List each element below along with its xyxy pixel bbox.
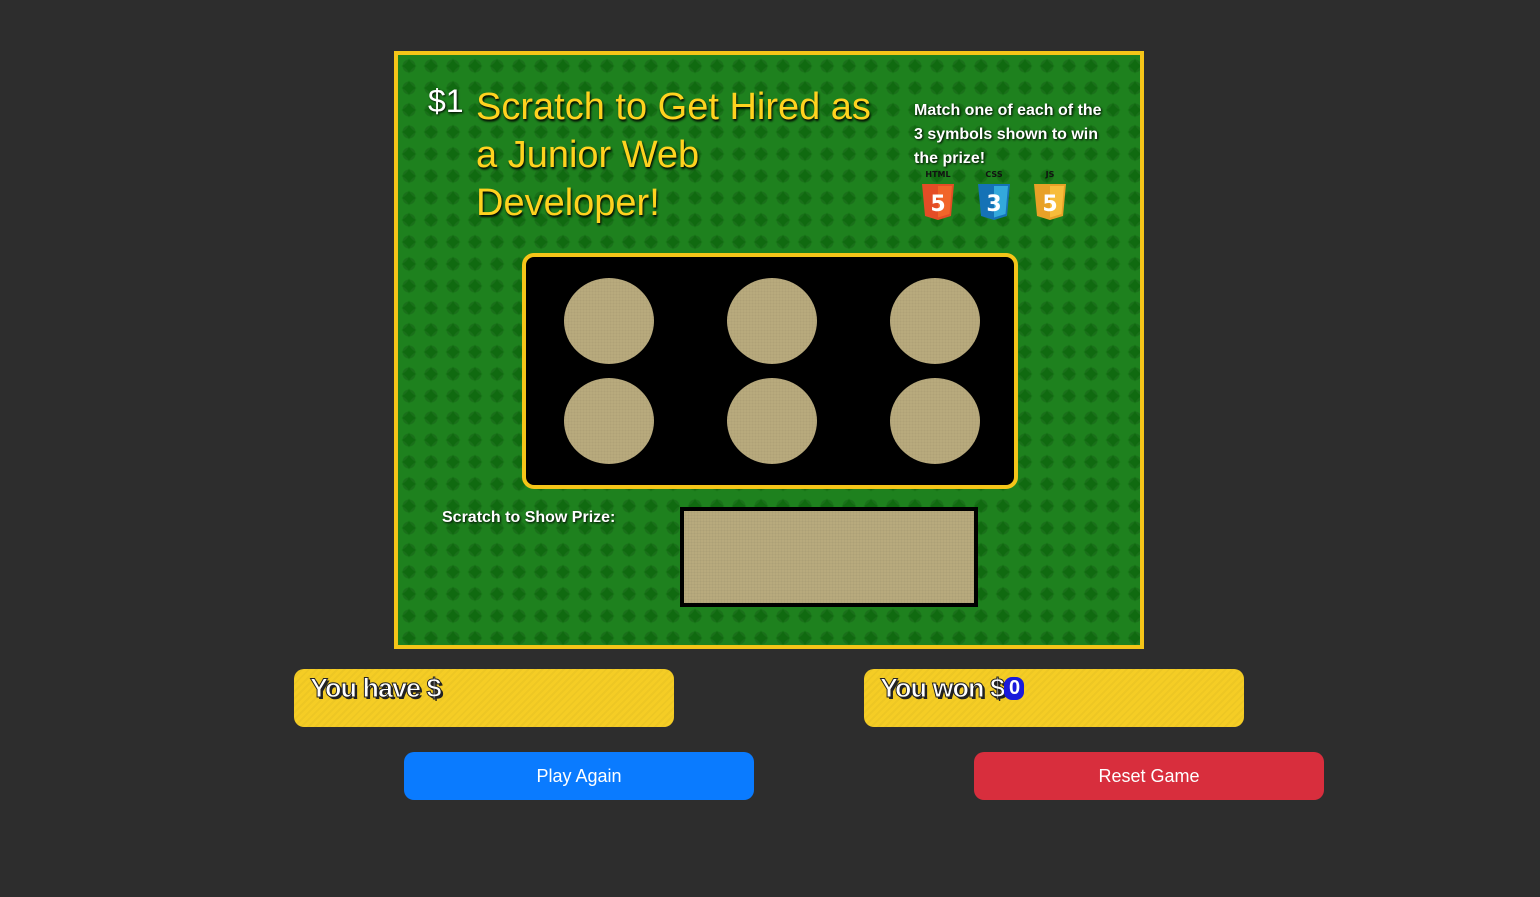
scratch-spot-5[interactable]: [727, 378, 817, 464]
css3-shield-icon: CSS 3: [976, 170, 1012, 221]
ticket-price: $1: [428, 83, 464, 119]
prize-scratch-area[interactable]: [680, 507, 978, 607]
reset-game-button[interactable]: Reset Game: [974, 752, 1324, 800]
symbol-label: CSS: [985, 170, 1003, 179]
play-again-button[interactable]: Play Again: [404, 752, 754, 800]
winnings-label: You won $: [880, 673, 1006, 704]
scratch-spot-2[interactable]: [727, 278, 817, 364]
html5-shield-icon: HTML 5: [920, 170, 956, 221]
winnings-panel: You won $0: [864, 669, 1244, 727]
symbol-glyph: 5: [930, 192, 945, 217]
symbol-glyph: 3: [986, 192, 1001, 217]
symbol-glyph: 5: [1042, 192, 1057, 217]
ticket-title: Scratch to Get Hired as a Junior Web Dev…: [476, 86, 871, 224]
page: $1 Scratch to Get Hired as a Junior Web …: [0, 0, 1540, 897]
symbol-label: HTML: [925, 170, 951, 179]
scratch-spot-4[interactable]: [564, 378, 654, 464]
ticket-instructions: Match one of each of the 3 symbols shown…: [914, 102, 1102, 167]
balance-label: You have $: [310, 673, 443, 704]
scratch-spot-1[interactable]: [564, 278, 654, 364]
symbol-label: JS: [1045, 170, 1055, 179]
scratch-spot-6[interactable]: [890, 378, 980, 464]
balance-panel: You have $: [294, 669, 674, 727]
scratch-spot-3[interactable]: [890, 278, 980, 364]
js-shield-icon: JS 5: [1032, 170, 1068, 221]
scratch-board: [522, 253, 1018, 489]
prize-label: Scratch to Show Prize:: [442, 509, 616, 526]
symbols-legend: HTML 5 CSS 3 JS 5: [920, 170, 1068, 221]
winnings-value: 0: [1004, 677, 1024, 700]
scratch-ticket: $1 Scratch to Get Hired as a Junior Web …: [394, 51, 1144, 649]
